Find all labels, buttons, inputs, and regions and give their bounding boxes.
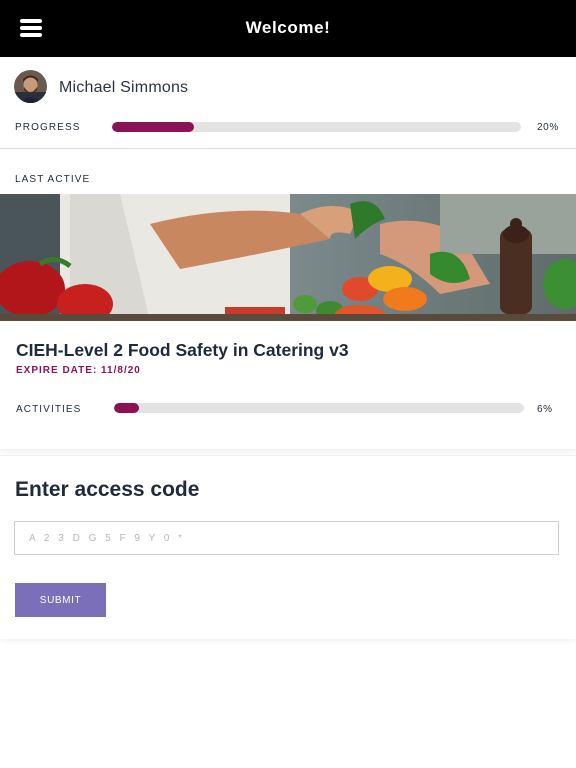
course-title[interactable]: CIEH-Level 2 Food Safety in Catering v3	[16, 340, 349, 361]
progress-bar-fill	[112, 122, 194, 132]
page-title: Welcome!	[245, 18, 331, 37]
activities-progress-bar	[114, 403, 524, 413]
expire-date: EXPIRE DATE: 11/8/20	[16, 365, 141, 376]
user-name: Michael Simmons	[59, 79, 189, 96]
avatar[interactable]	[14, 70, 47, 103]
progress-value: 20%	[537, 122, 559, 133]
profile-section: Michael Simmons PROGRESS 20%	[0, 57, 576, 149]
activities-progress-fill	[114, 403, 139, 413]
progress-bar	[112, 122, 521, 132]
last-active-label: LAST ACTIVE	[15, 174, 91, 185]
access-code-card: Enter access code SUBMIT	[0, 455, 576, 639]
access-code-input[interactable]	[14, 521, 559, 555]
course-card[interactable]: CIEH-Level 2 Food Safety in Catering v3 …	[0, 321, 576, 449]
food-preparation-photo	[0, 194, 576, 321]
avatar-photo	[14, 70, 47, 103]
access-code-title: Enter access code	[15, 478, 200, 501]
activities-label: ACTIVITIES	[16, 404, 82, 415]
progress-label: PROGRESS	[15, 122, 81, 133]
top-bar: Welcome!	[0, 0, 576, 57]
course-image[interactable]	[0, 194, 576, 321]
submit-button[interactable]: SUBMIT	[15, 583, 106, 617]
activities-value: 6%	[537, 404, 553, 415]
